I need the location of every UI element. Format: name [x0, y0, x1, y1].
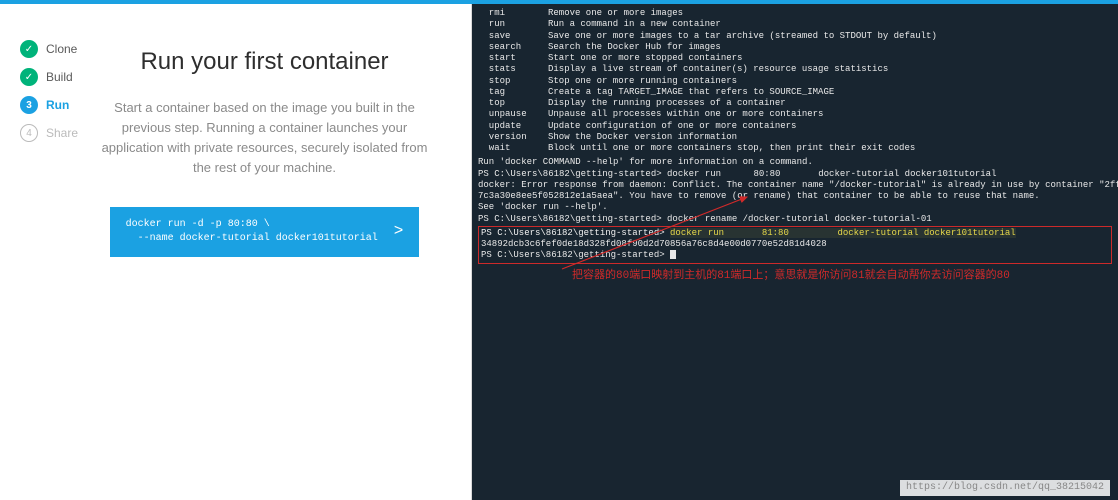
rename-line: PS C:\Users\86182\getting-started> docke… [478, 214, 1112, 225]
step-label: Build [46, 70, 73, 84]
check-icon: ✓ [20, 68, 38, 86]
chevron-right-icon: > [394, 220, 404, 242]
error-line: docker: Error response from daemon: Conf… [478, 180, 1112, 191]
cursor-icon [670, 250, 676, 259]
tutorial-panel: ✓ Clone ✓ Build 3 Run 4 Share Run your f… [0, 4, 471, 500]
command-help-row: statsDisplay a live stream of container(… [478, 64, 1112, 75]
step-clone[interactable]: ✓ Clone [20, 40, 78, 58]
command-help-row: searchSearch the Docker Hub for images [478, 42, 1112, 53]
command-help-row: waitBlock until one or more containers s… [478, 143, 1112, 154]
annotation-text: 把容器的80端口映射到主机的81端口上；意思就是你访问81就会自动帮你去访问容器… [572, 270, 1010, 284]
step-label: Clone [46, 42, 77, 56]
tutorial-content: Run your first container Start a contain… [78, 40, 471, 500]
main-layout: ✓ Clone ✓ Build 3 Run 4 Share Run your f… [0, 4, 1118, 500]
container-hash-line: 34892dcb3c6fef0de18d328fd08f90d2d70856a7… [481, 239, 1109, 250]
steps-list: ✓ Clone ✓ Build 3 Run 4 Share [0, 40, 78, 500]
command-help-row: saveSave one or more images to a tar arc… [478, 31, 1112, 42]
number-icon: 3 [20, 96, 38, 114]
command-help-row: rmiRemove one or more images [478, 8, 1112, 19]
command-help-row: versionShow the Docker version informati… [478, 132, 1112, 143]
terminal-output: rmiRemove one or more images runRun a co… [478, 8, 1112, 154]
command-help-row: startStart one or more stopped container… [478, 53, 1112, 64]
command-help-row: tagCreate a tag TARGET_IMAGE that refers… [478, 87, 1112, 98]
page-description: Start a container based on the image you… [88, 98, 441, 179]
check-icon: ✓ [20, 40, 38, 58]
step-build[interactable]: ✓ Build [20, 68, 78, 86]
prompt-line: PS C:\Users\86182\getting-started> docke… [478, 169, 1112, 180]
highlighted-run-line: PS C:\Users\86182\getting-started> docke… [481, 228, 1109, 239]
error-line: 7c3a30e8ee5f052812e1a5aea". You have to … [478, 191, 1112, 202]
page-title: Run your first container [88, 48, 441, 76]
step-run[interactable]: 3 Run [20, 96, 78, 114]
command-help-row: updateUpdate configuration of one or mor… [478, 121, 1112, 132]
command-text: docker run -d -p 80:80 \ --name docker-t… [126, 218, 378, 246]
command-help-row: stopStop one or more running containers [478, 76, 1112, 87]
number-icon: 4 [20, 124, 38, 142]
command-help-row: runRun a command in a new container [478, 19, 1112, 30]
run-command-button[interactable]: docker run -d -p 80:80 \ --name docker-t… [110, 207, 420, 257]
prompt-cursor-line: PS C:\Users\86182\getting-started> [481, 250, 1109, 261]
terminal-panel[interactable]: rmiRemove one or more images runRun a co… [472, 4, 1118, 500]
step-label: Run [46, 98, 69, 112]
see-help-line: See 'docker run --help'. [478, 202, 1112, 213]
command-help-row: topDisplay the running processes of a co… [478, 98, 1112, 109]
help-hint: Run 'docker COMMAND --help' for more inf… [478, 157, 1112, 168]
step-label: Share [46, 126, 78, 140]
command-help-row: unpauseUnpause all processes within one … [478, 109, 1112, 120]
step-share[interactable]: 4 Share [20, 124, 78, 142]
source-url-watermark: https://blog.csdn.net/qq_38215042 [900, 480, 1110, 497]
highlighted-command-box: PS C:\Users\86182\getting-started> docke… [478, 226, 1112, 264]
